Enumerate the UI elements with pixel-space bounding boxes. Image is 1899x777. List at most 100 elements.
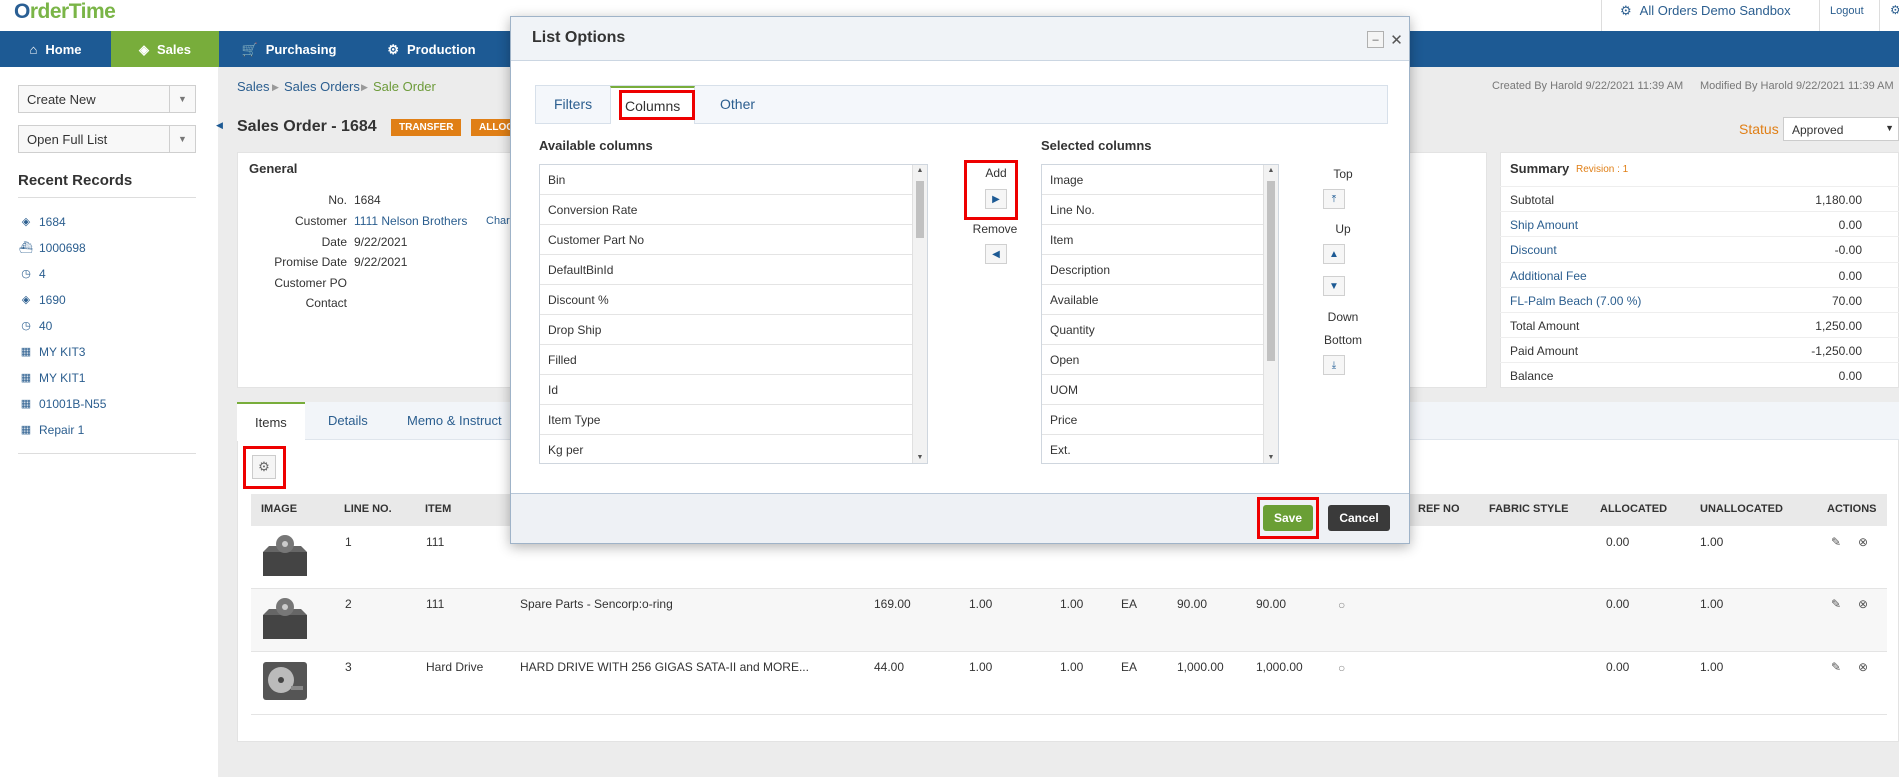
list-item[interactable]: Image — [1042, 165, 1278, 195]
move-up-button[interactable]: ▲ — [1323, 244, 1345, 264]
tab-details[interactable]: Details — [310, 402, 386, 440]
tab-items[interactable]: Items — [237, 402, 305, 441]
allocated: 0.00 — [1606, 660, 1630, 674]
up-label: Up — [1335, 222, 1351, 236]
delete-icon[interactable]: ⊗ — [1858, 535, 1868, 549]
col-unallocated[interactable]: UNALLOCATED — [1700, 503, 1783, 515]
move-bottom-button[interactable]: ⤓ — [1323, 355, 1345, 375]
recent-record-item[interactable]: ◈ 1684 — [20, 215, 66, 229]
recent-record-item[interactable]: ▦ MY KIT3 — [20, 345, 86, 359]
breadcrumb-sales-orders[interactable]: Sales Orders — [284, 79, 360, 94]
recent-record-item[interactable]: ⛴ 1000698 — [19, 241, 86, 255]
breadcrumb-separator-icon: ▶ — [361, 82, 368, 92]
open-full-list-select[interactable]: Open Full List ▼ — [18, 125, 196, 153]
col-image[interactable]: IMAGE — [261, 503, 297, 515]
col-allocated[interactable]: ALLOCATED — [1600, 503, 1667, 515]
customer-link[interactable]: 1111 Nelson Brothers — [354, 214, 467, 228]
move-top-button[interactable]: ⤒ — [1323, 189, 1345, 209]
company-switcher[interactable]: ⚙ All Orders Demo Sandbox — [1620, 3, 1791, 18]
settings-icon[interactable]: ⚙ — [1890, 3, 1899, 17]
discount-link[interactable]: Discount — [1510, 243, 1557, 257]
add-column-button[interactable]: ▶ — [985, 189, 1007, 209]
scroll-thumb[interactable] — [916, 181, 924, 238]
nav-purchasing[interactable]: 🛒 Purchasing — [219, 31, 359, 67]
scroll-up-icon[interactable]: ▲ — [1264, 167, 1278, 174]
scrollbar[interactable]: ▲ ▼ — [1263, 165, 1278, 463]
recent-record-item[interactable]: ◷ 40 — [20, 319, 52, 333]
nav-sales[interactable]: ◈ Sales — [111, 31, 219, 67]
col-fabric-style[interactable]: FABRIC STYLE — [1489, 503, 1568, 515]
list-item[interactable]: Item — [1042, 225, 1278, 255]
page-title: Sales Order - 1684 — [237, 118, 377, 135]
col-item[interactable]: ITEM — [425, 503, 451, 515]
move-down-button[interactable]: ▼ — [1323, 276, 1345, 296]
item-link[interactable]: 111 — [426, 597, 444, 611]
edit-icon[interactable]: ✎ — [1831, 535, 1841, 549]
breadcrumb-sales[interactable]: Sales — [237, 79, 270, 94]
scrollbar[interactable]: ▲ ▼ — [912, 165, 927, 463]
logout-link[interactable]: Logout — [1830, 5, 1864, 17]
list-item[interactable]: Description — [1042, 255, 1278, 285]
tab-memo[interactable]: Memo & Instruct — [389, 402, 520, 440]
col-actions[interactable]: ACTIONS — [1827, 503, 1877, 515]
list-item[interactable]: Open — [1042, 345, 1278, 375]
list-item[interactable]: Price — [1042, 405, 1278, 435]
item-link[interactable]: 111 — [426, 535, 444, 549]
additional-fee-link[interactable]: Additional Fee — [1510, 269, 1587, 283]
remove-column-button[interactable]: ◀ — [985, 244, 1007, 264]
ordertime-logo[interactable]: OrderTime — [14, 0, 116, 24]
ship-amount-link[interactable]: Ship Amount — [1510, 218, 1578, 232]
nav-home[interactable]: ⌂ Home — [0, 31, 111, 67]
list-item[interactable]: Quantity — [1042, 315, 1278, 345]
tab-filters[interactable]: Filters — [540, 86, 606, 123]
change-customer-link[interactable]: Char — [486, 215, 510, 227]
list-item[interactable]: Customer Part No — [540, 225, 927, 255]
available-columns-list[interactable]: Bin Conversion Rate Customer Part No Def… — [539, 164, 928, 464]
list-item[interactable]: Item Type — [540, 405, 927, 435]
item-link[interactable]: Hard Drive — [426, 660, 483, 674]
list-item[interactable]: Bin — [540, 165, 927, 195]
create-new-select[interactable]: Create New ▼ — [18, 85, 196, 113]
tax-link[interactable]: FL-Palm Beach (7.00 %) — [1510, 294, 1641, 308]
col-ref-no[interactable]: REF NO — [1418, 503, 1460, 515]
list-item[interactable]: Available — [1042, 285, 1278, 315]
status-select[interactable]: Approved ▼ — [1783, 117, 1899, 141]
list-item[interactable]: Discount % — [540, 285, 927, 315]
nav-production[interactable]: ⚙ Production — [359, 31, 504, 67]
list-item[interactable]: DefaultBinId — [540, 255, 927, 285]
list-item[interactable]: Filled — [540, 345, 927, 375]
close-icon[interactable]: ✕ — [1388, 31, 1405, 49]
edit-icon[interactable]: ✎ — [1831, 660, 1841, 674]
scroll-down-icon[interactable]: ▼ — [913, 454, 927, 461]
collapse-sidebar-icon[interactable]: ◀ — [216, 120, 223, 131]
col-line-no[interactable]: LINE NO. — [344, 503, 392, 515]
recent-record-item[interactable]: ◈ 1690 — [20, 293, 66, 307]
tab-other[interactable]: Other — [706, 86, 769, 123]
selected-columns-list[interactable]: Image Line No. Item Description Availabl… — [1041, 164, 1279, 464]
delete-icon[interactable]: ⊗ — [1858, 597, 1868, 611]
radio-button[interactable]: ○ — [1338, 598, 1345, 612]
scroll-up-icon[interactable]: ▲ — [913, 167, 927, 174]
recent-record-item[interactable]: ▦ 01001B-N55 — [20, 397, 107, 411]
scroll-down-icon[interactable]: ▼ — [1264, 454, 1278, 461]
list-item[interactable]: Id — [540, 375, 927, 405]
recent-record-item[interactable]: ▦ Repair 1 — [20, 423, 85, 437]
edit-icon[interactable]: ✎ — [1831, 597, 1841, 611]
save-button[interactable]: Save — [1263, 505, 1313, 531]
list-item[interactable]: Line No. — [1042, 195, 1278, 225]
scroll-thumb[interactable] — [1267, 181, 1275, 361]
list-item[interactable]: Kg per — [540, 435, 927, 463]
recent-record-item[interactable]: ◷ 4 — [20, 267, 46, 281]
description: HARD DRIVE WITH 256 GIGAS SATA-II and MO… — [520, 660, 809, 674]
radio-button[interactable]: ○ — [1338, 661, 1345, 675]
list-item[interactable]: UOM — [1042, 375, 1278, 405]
delete-icon[interactable]: ⊗ — [1858, 660, 1868, 674]
list-item[interactable]: Drop Ship — [540, 315, 927, 345]
cancel-button[interactable]: Cancel — [1328, 505, 1390, 531]
tab-columns[interactable]: Columns — [610, 86, 696, 124]
list-item[interactable]: Ext. — [1042, 435, 1278, 463]
recent-record-item[interactable]: ▦ MY KIT1 — [20, 371, 86, 385]
minimize-icon[interactable]: – — [1367, 31, 1384, 48]
list-item[interactable]: Conversion Rate — [540, 195, 927, 225]
list-options-gear-icon[interactable]: ⚙ — [252, 455, 276, 479]
